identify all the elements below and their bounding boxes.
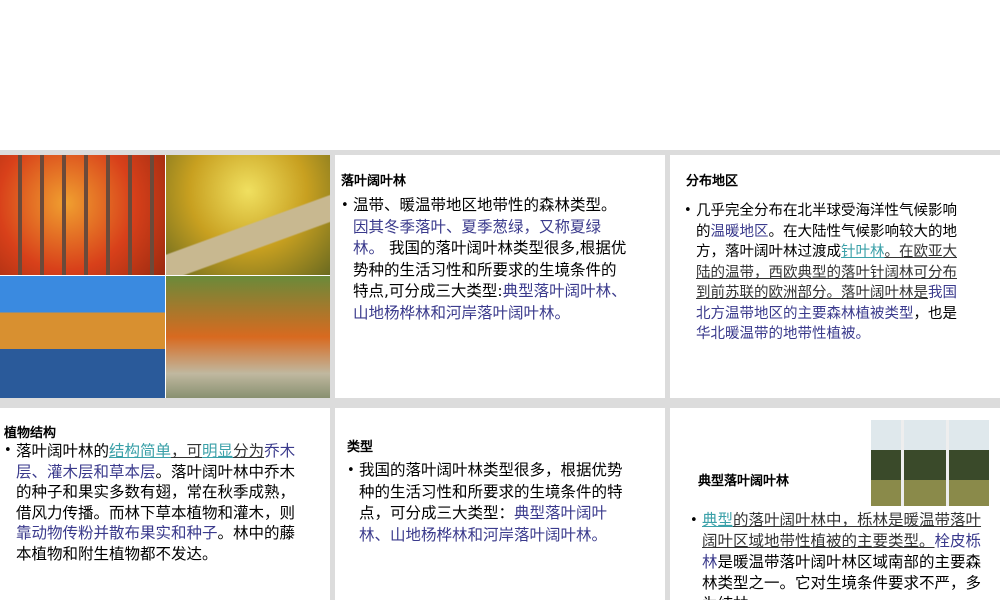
autumn-forest-red-photo [0, 155, 165, 275]
typical-panel: 典型落叶阔叶林 典型的落叶阔叶林中，栎林是暖温带落叶阔叶区域地带性植被的主要类型… [670, 408, 1000, 600]
text: ，也是 [913, 305, 958, 322]
panel-text: 几乎完全分布在北半球受海洋性气候影响的温暖地区。在大陆性气候影响较大的地方，落叶… [684, 201, 964, 345]
text: 是暖温带落叶阔叶林区域南部的主要森林类型之一。它对生境条件要求不严，多为纯林。 [702, 553, 982, 600]
slide-grid: 落叶阔叶林 温带、暖温带地区地带性的森林类型。因其冬季落叶、夏季葱绿，又称夏绿林… [0, 150, 1000, 600]
underlined-text: 分为 [233, 442, 265, 460]
link[interactable]: 结构简单 [109, 442, 171, 460]
panel-title: 分布地区 [686, 174, 739, 189]
link[interactable]: 典型 [702, 511, 733, 529]
autumn-road-photo [166, 155, 330, 275]
panel-text: 温带、暖温带地区地带性的森林类型。因其冬季落叶、夏季葱绿，又称夏绿林。 我国的落… [341, 195, 631, 324]
link-needleleaf[interactable]: 针叶林 [841, 244, 885, 260]
photo-collage [0, 155, 330, 398]
underlined-text: ，可 [171, 442, 203, 460]
panel-text: 典型的落叶阔叶林中，栎林是暖温带落叶阔叶区域地带性植被的主要类型。栓皮栎林是暖温… [690, 510, 990, 600]
panel-title: 落叶阔叶林 [341, 174, 407, 189]
highlight: 华北暖温带的地带性植被。 [696, 326, 870, 342]
lake-forest-photo [0, 276, 165, 398]
types-panel: 类型 我国的落叶阔叶林类型很多，根据优势种的生活习性和所要求的生境条件的特点，可… [335, 408, 665, 600]
deciduous-panel: 落叶阔叶林 温带、暖温带地区地带性的森林类型。因其冬季落叶、夏季葱绿，又称夏绿林… [335, 155, 665, 398]
highlight: 温暖地区 [710, 223, 769, 240]
birch-forest-photo [871, 420, 989, 506]
text: 温带、暖温带地区地带性的森林类型。 [353, 196, 617, 214]
panel-text: 落叶阔叶林的结构简单，可明显分为乔木层、灌木层和草本层。落叶阔叶林中乔木的种子和… [4, 441, 299, 564]
autumn-stream-photo [166, 276, 330, 398]
panel-title: 典型落叶阔叶林 [698, 474, 790, 489]
link[interactable]: 明显 [202, 442, 233, 460]
panel-title: 类型 [347, 440, 374, 455]
distribution-panel: 分布地区 几乎完全分布在北半球受海洋性气候影响的温暖地区。在大陆性气候影响较大的… [670, 155, 1000, 398]
panel-text: 我国的落叶阔叶林类型很多，根据优势种的生活习性和所要求的生境条件的特点，可分成三… [347, 460, 637, 546]
structure-panel: 植物结构 落叶阔叶林的结构简单，可明显分为乔木层、灌木层和草本层。落叶阔叶林中乔… [0, 408, 330, 600]
highlight: 靠动物传粉并散布果实和种子 [16, 524, 218, 542]
text: 落叶阔叶林的 [16, 442, 110, 460]
panel-title: 植物结构 [4, 426, 57, 441]
